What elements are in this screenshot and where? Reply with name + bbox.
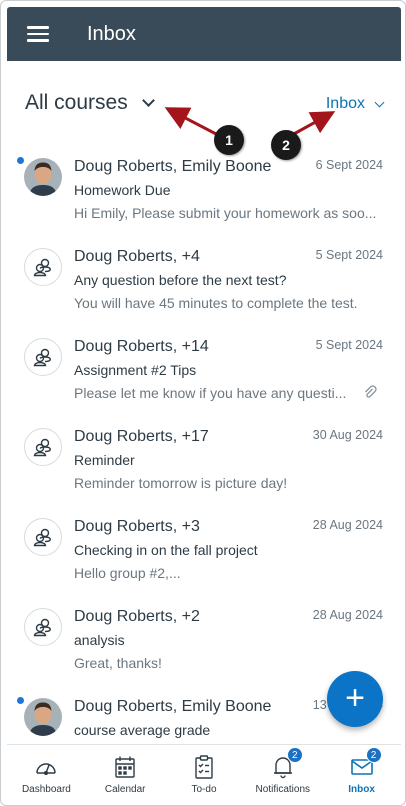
message-preview: Please let me know if you have any quest…: [74, 385, 347, 401]
participants: Doug Roberts, Emily Boone: [74, 158, 272, 175]
message-preview: Reminder tomorrow is picture day!: [74, 475, 288, 491]
tab-inbox[interactable]: Inbox 2: [322, 745, 401, 801]
message-preview: Hi Emily, Please submit your homework as…: [74, 205, 377, 221]
tab-label: Calendar: [104, 784, 146, 795]
tab-label: To-do: [191, 784, 217, 795]
page-title: Inbox: [87, 22, 136, 45]
chevron-down-icon: [374, 97, 385, 107]
participants: Doug Roberts, Emily Boone: [74, 698, 272, 715]
dashboard-icon: [34, 755, 58, 779]
tab-todo[interactable]: To-do: [165, 745, 244, 801]
unread-indicator: [17, 697, 24, 704]
message-subject: course average grade: [74, 722, 211, 738]
message-date: 30 Aug 2024: [312, 428, 383, 442]
avatar: [24, 158, 62, 196]
conversation-row[interactable]: Doug Roberts, Emily Boone 6 Sept 2024 Home…: [7, 147, 401, 237]
todo-icon: [194, 755, 214, 779]
top-app-bar: Inbox: [7, 7, 401, 61]
attachment-icon: [363, 385, 377, 404]
course-filter-label: All courses: [25, 91, 128, 114]
participants: Doug Roberts, +14: [74, 338, 209, 355]
tab-label: Notifications: [255, 784, 311, 795]
tab-label: Inbox: [348, 784, 375, 795]
participants: Doug Roberts, +3: [74, 518, 200, 535]
message-date: 5 Sept 2024: [315, 248, 383, 262]
course-filter-dropdown[interactable]: All courses: [25, 91, 155, 115]
message-date: 28 Aug 2024: [312, 608, 383, 622]
message-preview: Hello group #2,...: [74, 565, 181, 581]
filter-bar: All courses Inbox: [7, 63, 401, 143]
conversation-row[interactable]: Doug Roberts, +17 30 Aug 2024 Reminder Remi…: [7, 417, 401, 507]
participants: Doug Roberts, +2: [74, 608, 200, 625]
conversation-row[interactable]: Doug Roberts, +14 5 Sept 2024 Assignment #…: [7, 327, 401, 417]
conversation-row[interactable]: Doug Roberts, +4 5 Sept 2024 Any question …: [7, 237, 401, 327]
group-avatar-icon: [24, 608, 62, 646]
annotation-callout-2: 2: [271, 130, 301, 160]
count-badge: 2: [365, 747, 382, 763]
message-preview: Great, thanks!: [74, 655, 162, 671]
message-subject: Checking in on the fall project: [74, 542, 258, 558]
menu-icon[interactable]: [27, 26, 49, 42]
chevron-down-icon: [141, 93, 155, 107]
app-frame: Inbox All courses Inbox Doug Roberts, Em…: [0, 0, 406, 806]
message-subject: analysis: [74, 632, 125, 648]
group-avatar-icon: [24, 428, 62, 466]
annotation-callout-1: 1: [214, 125, 244, 155]
tab-label: Dashboard: [21, 784, 71, 795]
message-date: 28 Aug 2024: [312, 518, 383, 532]
participants: Doug Roberts, +17: [74, 428, 209, 445]
scope-filter-dropdown[interactable]: Inbox: [325, 95, 385, 113]
message-subject: Assignment #2 Tips: [74, 362, 197, 378]
message-date: 5 Sept 2024: [315, 338, 383, 352]
participants: Doug Roberts, +4: [74, 248, 200, 265]
plus-icon: +: [345, 678, 365, 717]
scope-filter-label: Inbox: [325, 95, 365, 112]
tab-notifications[interactable]: Notifications 2: [243, 745, 322, 801]
compose-button[interactable]: +: [327, 671, 383, 727]
group-avatar-icon: [24, 248, 62, 286]
message-subject: Homework Due: [74, 182, 171, 198]
message-subject: Any question before the next test?: [74, 272, 287, 288]
message-preview: You will have 45 minutes to complete the…: [74, 295, 358, 311]
avatar: [24, 698, 62, 736]
calendar-icon: [114, 755, 136, 779]
group-avatar-icon: [24, 518, 62, 556]
count-badge: 2: [286, 747, 303, 763]
message-subject: Reminder: [74, 452, 135, 468]
tab-dashboard[interactable]: Dashboard: [7, 745, 86, 801]
bottom-navigation: Dashboard Calendar To-do Notifications 2 Inbo…: [7, 744, 401, 801]
message-date: 6 Sept 2024: [315, 158, 383, 172]
unread-indicator: [17, 157, 24, 164]
tab-calendar[interactable]: Calendar: [86, 745, 165, 801]
group-avatar-icon: [24, 338, 62, 376]
conversation-row[interactable]: Doug Roberts, +3 28 Aug 2024 Checking in o…: [7, 507, 401, 597]
